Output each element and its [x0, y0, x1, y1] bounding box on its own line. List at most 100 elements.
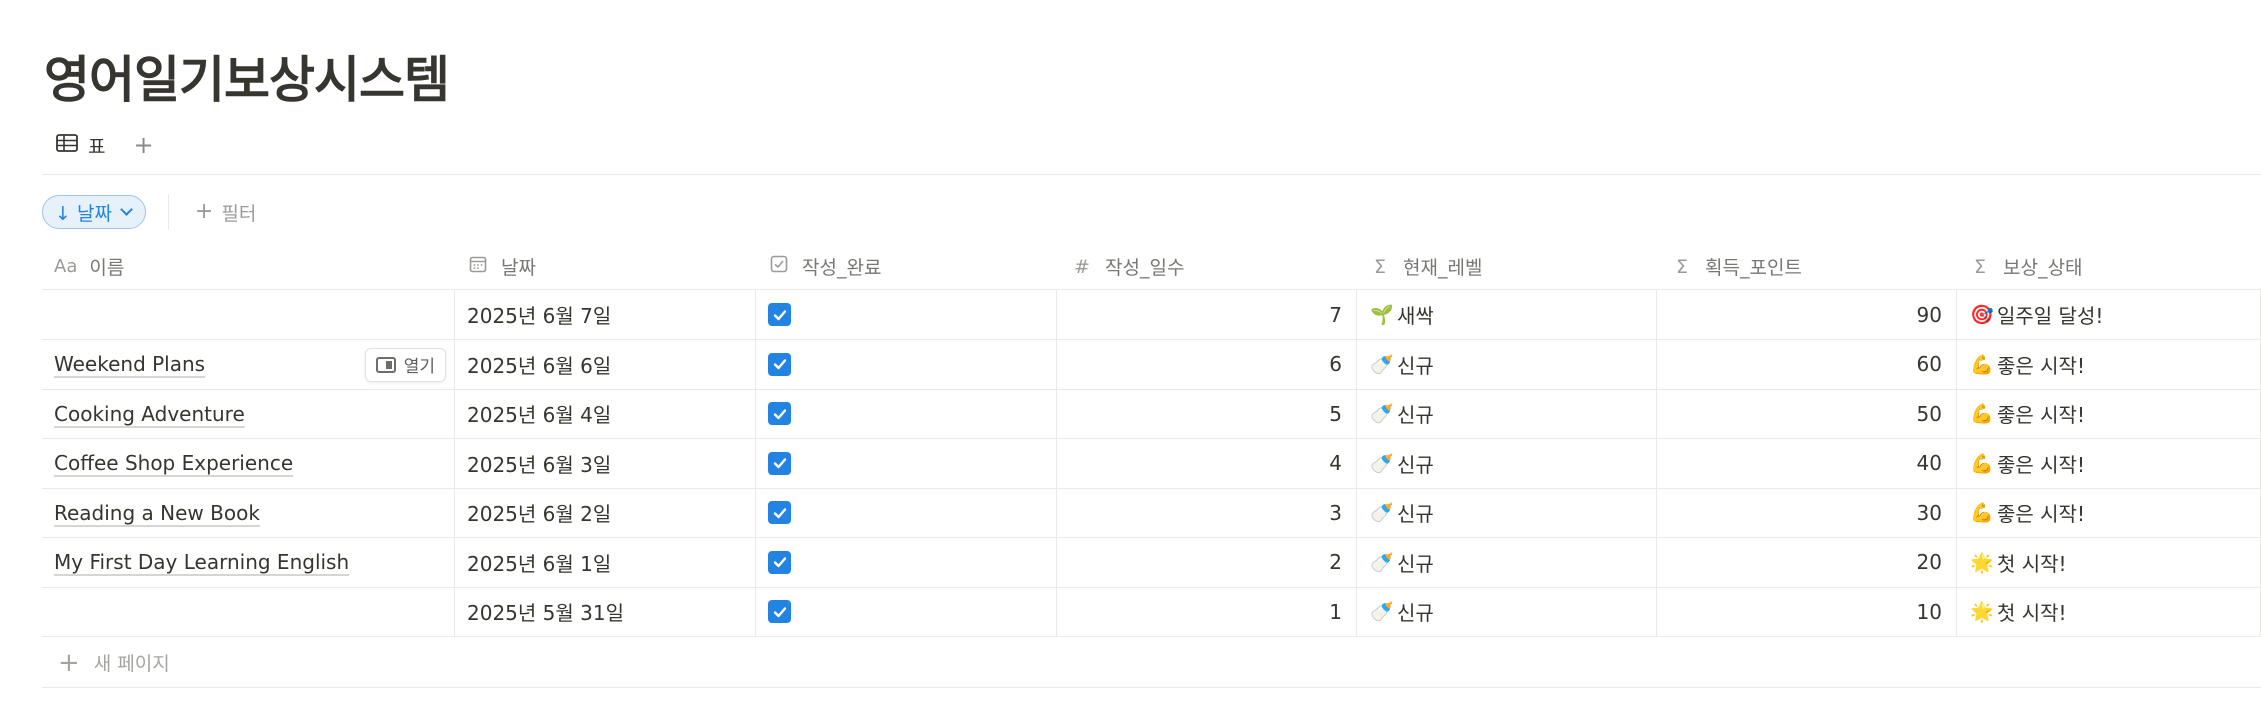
cell-points[interactable]: 40	[1657, 438, 1957, 488]
column-header-days[interactable]: # 작성_일수	[1057, 244, 1357, 289]
cell-level[interactable]: 🍼 신규	[1357, 438, 1657, 488]
cell-date[interactable]: 2025년 6월 1일	[455, 537, 756, 587]
cell-points[interactable]: 30	[1657, 488, 1957, 537]
checkbox-checked[interactable]	[768, 352, 791, 376]
column-header-date[interactable]: 날짜	[455, 244, 756, 289]
cell-points[interactable]: 10	[1657, 587, 1957, 636]
new-page-button[interactable]: + 새 페이지	[42, 638, 2261, 688]
cell-done[interactable]	[756, 438, 1057, 488]
table-row[interactable]: 2025년 6월 7일 7 🌱 새싹 90 🎯 일주일 달성!	[42, 290, 2261, 340]
cell-status[interactable]: 🎯 일주일 달성!	[1957, 290, 2261, 339]
status-emoji-icon: 🌟	[1970, 601, 1994, 623]
add-view-plus-icon[interactable]: +	[133, 133, 153, 157]
cell-done[interactable]	[756, 389, 1057, 438]
cell-done[interactable]	[756, 339, 1057, 389]
points-value: 10	[1916, 599, 1942, 624]
cell-date[interactable]: 2025년 5월 31일	[455, 587, 756, 636]
cell-done[interactable]	[756, 290, 1057, 339]
open-page-button[interactable]: 열기	[364, 347, 446, 382]
checkbox-checked[interactable]	[768, 303, 791, 326]
row-title[interactable]: Coffee Shop Experience	[54, 451, 293, 475]
cell-level[interactable]: 🍼 신규	[1357, 339, 1657, 389]
column-header-level[interactable]: Σ 현재_레벨	[1357, 244, 1657, 289]
cell-level[interactable]: 🍼 신규	[1357, 488, 1657, 537]
view-tab-table[interactable]: 표	[56, 128, 105, 162]
plus-icon: +	[194, 199, 214, 224]
cell-name[interactable]: My First Day Learning English	[42, 537, 455, 587]
cell-level[interactable]: 🌱 새싹	[1357, 290, 1657, 339]
cell-date[interactable]: 2025년 6월 3일	[455, 438, 756, 488]
checkbox-checked[interactable]	[768, 402, 791, 425]
date-value: 2025년 5월 31일	[467, 601, 624, 625]
cell-done[interactable]	[756, 537, 1057, 587]
checkbox-checked[interactable]	[768, 451, 791, 475]
checkbox-icon	[768, 255, 790, 278]
cell-name[interactable]	[42, 587, 455, 636]
cell-points[interactable]: 20	[1657, 537, 1957, 587]
cell-name[interactable]: Weekend Plans 열기	[42, 339, 455, 389]
table-row[interactable]: Reading a New Book 2025년 6월 2일 3 🍼 신규 30 💪 좋은 시…	[42, 488, 2261, 538]
status-value: 좋은 시작!	[1997, 502, 2085, 526]
checkbox-checked[interactable]	[768, 550, 791, 574]
add-filter-button[interactable]: + 필터	[195, 199, 256, 226]
row-title[interactable]: My First Day Learning English	[54, 550, 349, 574]
cell-name[interactable]: Reading a New Book	[42, 488, 455, 537]
column-header-done[interactable]: 작성_완료	[756, 244, 1057, 289]
cell-date[interactable]: 2025년 6월 6일	[455, 339, 756, 389]
cell-status[interactable]: 💪 좋은 시작!	[1957, 339, 2261, 389]
cell-date[interactable]: 2025년 6월 7일	[455, 290, 756, 339]
table-row[interactable]: Coffee Shop Experience 2025년 6월 3일 4 🍼 신규 40 💪…	[42, 438, 2261, 489]
days-value: 1	[1329, 599, 1342, 624]
column-label: 현재_레벨	[1403, 257, 1483, 279]
table-row[interactable]: Weekend Plans 열기 2025년 6월 6일 6 🍼 신규 60 💪 좋은 시작!	[42, 339, 2261, 390]
cell-days[interactable]: 1	[1057, 587, 1357, 636]
column-label: 작성_일수	[1105, 257, 1185, 279]
cell-name[interactable]: Cooking Adventure	[42, 389, 455, 438]
table-row[interactable]: Cooking Adventure 2025년 6월 4일 5 🍼 신규 50 💪 좋은 시작…	[42, 389, 2261, 439]
checkbox-checked[interactable]	[768, 600, 791, 623]
table-row[interactable]: 2025년 5월 31일 1 🍼 신규 10 🌟 첫 시작!	[42, 587, 2261, 637]
cell-points[interactable]: 60	[1657, 339, 1957, 389]
column-header-status[interactable]: Σ 보상_상태	[1957, 244, 2261, 289]
level-value: 신규	[1397, 601, 1434, 625]
open-label: 열기	[403, 357, 435, 377]
table-row[interactable]: My First Day Learning English 2025년 6월 1일…	[42, 537, 2261, 588]
cell-done[interactable]	[756, 587, 1057, 636]
cell-days[interactable]: 7	[1057, 290, 1357, 339]
cell-status[interactable]: 💪 좋은 시작!	[1957, 438, 2261, 488]
row-title[interactable]: Weekend Plans	[54, 352, 205, 376]
row-title[interactable]: Cooking Adventure	[54, 402, 245, 426]
cell-level[interactable]: 🍼 신규	[1357, 389, 1657, 438]
cell-days[interactable]: 4	[1057, 438, 1357, 488]
cell-days[interactable]: 2	[1057, 537, 1357, 587]
cell-status[interactable]: 🌟 첫 시작!	[1957, 537, 2261, 587]
cell-name[interactable]	[42, 290, 455, 339]
cell-name[interactable]: Coffee Shop Experience	[42, 438, 455, 488]
checkbox-checked[interactable]	[768, 501, 791, 524]
cell-days[interactable]: 6	[1057, 339, 1357, 389]
cell-status[interactable]: 💪 좋은 시작!	[1957, 389, 2261, 438]
cell-days[interactable]: 5	[1057, 389, 1357, 438]
row-title[interactable]: Reading a New Book	[54, 501, 260, 525]
page-title[interactable]: 영어일기보상시스템	[44, 40, 450, 112]
cell-status[interactable]: 💪 좋은 시작!	[1957, 488, 2261, 537]
sort-chip[interactable]: ↓ 날짜	[42, 195, 146, 229]
column-header-name[interactable]: Aa 이름	[42, 244, 455, 289]
status-value: 좋은 시작!	[1997, 353, 2085, 378]
cell-date[interactable]: 2025년 6월 2일	[455, 488, 756, 537]
column-header-points[interactable]: Σ 획득_포인트	[1657, 244, 1957, 289]
date-value: 2025년 6월 4일	[467, 403, 612, 427]
cell-points[interactable]: 50	[1657, 389, 1957, 438]
cell-level[interactable]: 🍼 신규	[1357, 537, 1657, 587]
cell-points[interactable]: 90	[1657, 290, 1957, 339]
cell-level[interactable]: 🍼 신규	[1357, 587, 1657, 636]
cell-date[interactable]: 2025년 6월 4일	[455, 389, 756, 438]
status-value: 좋은 시작!	[1997, 452, 2085, 477]
cell-days[interactable]: 3	[1057, 488, 1357, 537]
date-value: 2025년 6월 1일	[467, 551, 612, 576]
cell-done[interactable]	[756, 488, 1057, 537]
calendar-icon	[467, 255, 489, 278]
formula-icon: Σ	[1973, 255, 1986, 278]
cell-status[interactable]: 🌟 첫 시작!	[1957, 587, 2261, 636]
column-label: 이름	[89, 257, 125, 279]
